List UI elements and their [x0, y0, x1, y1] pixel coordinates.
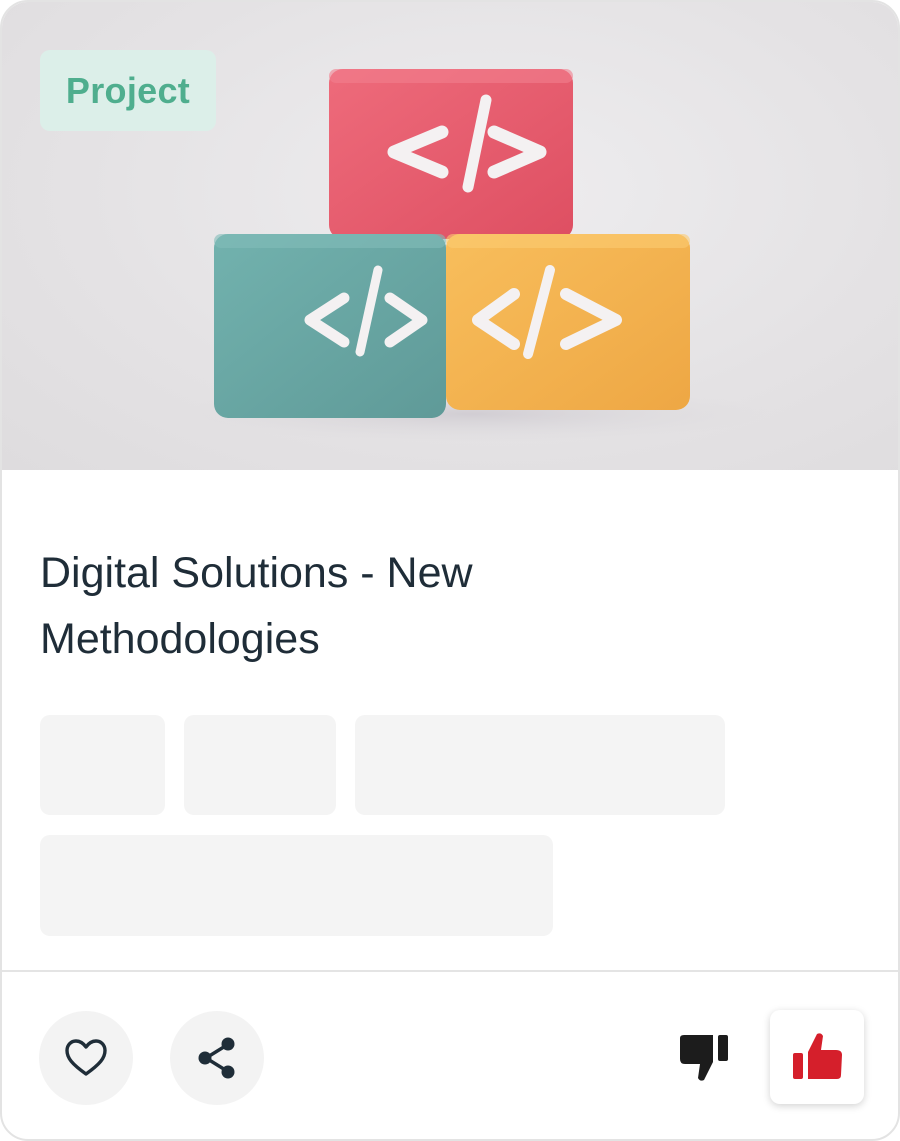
skeleton-placeholder	[184, 715, 336, 815]
share-button[interactable]	[170, 1011, 264, 1105]
project-badge: Project	[40, 50, 216, 131]
heart-icon	[65, 1039, 107, 1076]
project-card[interactable]: Project Digital Solutions - New Methodol…	[0, 0, 900, 1141]
skeleton-placeholder	[355, 715, 725, 815]
share-icon	[198, 1037, 235, 1079]
card-title[interactable]: Digital Solutions - New Methodologies	[40, 540, 660, 672]
dislike-button[interactable]	[658, 1010, 752, 1104]
footer-divider	[2, 970, 898, 972]
thumbs-down-icon	[680, 1035, 728, 1081]
favorite-button[interactable]	[39, 1011, 133, 1105]
thumbs-up-icon	[793, 1033, 842, 1079]
skeleton-placeholder	[40, 715, 165, 815]
skeleton-placeholder	[40, 835, 553, 936]
like-button[interactable]	[770, 1010, 864, 1104]
hero-image: Project	[2, 2, 898, 470]
